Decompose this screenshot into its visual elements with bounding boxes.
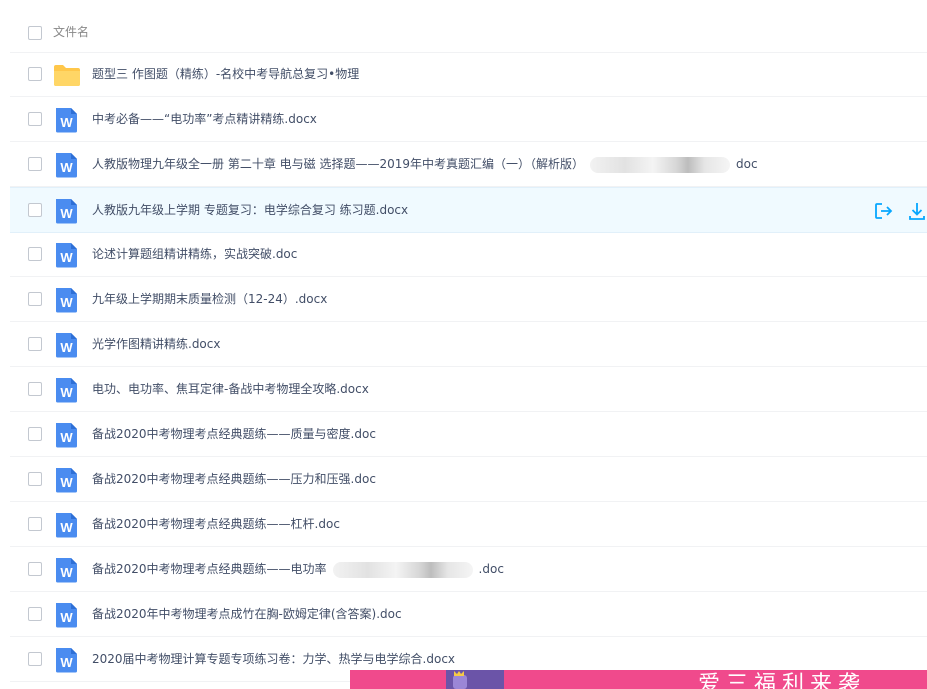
row-checkbox[interactable] (28, 247, 42, 261)
row-checkbox[interactable] (28, 652, 42, 666)
file-row[interactable]: W 光学作图精讲精练.docx (10, 322, 927, 367)
file-row[interactable]: 题型三 作图题（精练）-名校中考导航总复习•物理 (10, 52, 927, 97)
file-name[interactable]: 人教版物理九年级全一册 第二十章 电与磁 选择题——2019年中考真题汇编（一）… (92, 156, 758, 173)
word-doc-icon: W (53, 422, 79, 448)
file-name[interactable]: 九年级上学期期末质量检测（12-24）.docx (92, 291, 327, 307)
row-checkbox[interactable] (28, 157, 42, 171)
file-name[interactable]: 电功、电功率、焦耳定律-备战中考物理全攻略.docx (92, 381, 369, 397)
svg-text:W: W (60, 115, 73, 130)
svg-text:W: W (60, 160, 73, 175)
word-doc-icon: W (53, 152, 79, 178)
redacted-filename-part (590, 156, 730, 173)
row-checkbox[interactable] (28, 67, 42, 81)
file-row[interactable]: W 备战2020中考物理考点经典题练——质量与密度.doc (10, 412, 927, 457)
word-doc-icon: W (53, 287, 79, 313)
row-checkbox[interactable] (28, 112, 42, 126)
svg-text:W: W (60, 340, 73, 355)
share-icon[interactable] (873, 201, 893, 221)
svg-text:W: W (60, 295, 73, 310)
word-doc-icon: W (53, 198, 79, 224)
word-doc-icon: W (53, 467, 79, 493)
promo-banner[interactable]: 爱三福利来袭 (350, 670, 927, 689)
svg-text:W: W (60, 250, 73, 265)
download-icon[interactable] (907, 201, 927, 221)
file-name[interactable]: 中考必备——“电功率”考点精讲精练.docx (92, 111, 317, 127)
file-row[interactable]: W 备战2020中考物理考点经典题练——压力和压强.doc (10, 457, 927, 502)
banner-text: 爱三福利来袭 (698, 672, 867, 689)
file-name[interactable]: 备战2020中考物理考点经典题练——质量与密度.doc (92, 426, 376, 442)
file-row[interactable]: W 论述计算题组精讲精练，实战突破.doc (10, 232, 927, 277)
svg-text:W: W (60, 520, 73, 535)
row-checkbox[interactable] (28, 337, 42, 351)
word-doc-icon: W (53, 107, 79, 133)
word-doc-icon: W (53, 647, 79, 673)
svg-text:W: W (60, 655, 73, 670)
file-name[interactable]: 备战2020中考物理考点经典题练——电功率 .doc (92, 561, 504, 578)
file-name[interactable]: 2020届中考物理计算专题专项练习卷：力学、热学与电学综合.docx (92, 651, 455, 667)
file-name[interactable]: 备战2020年中考物理考点成竹在胸-欧姆定律(含答案).doc (92, 606, 402, 622)
svg-text:W: W (60, 565, 73, 580)
word-doc-icon: W (53, 557, 79, 583)
file-row[interactable]: W 九年级上学期期末质量检测（12-24）.docx (10, 277, 927, 322)
row-checkbox[interactable] (28, 427, 42, 441)
file-row[interactable]: W 人教版物理九年级全一册 第二十章 电与磁 选择题——2019年中考真题汇编（… (10, 142, 927, 187)
svg-text:W: W (60, 206, 73, 221)
column-header-filename[interactable]: 文件名 (53, 25, 89, 39)
file-row[interactable]: W 人教版九年级上学期 专题复习：电学综合复习 练习题.docx (10, 187, 927, 233)
word-doc-icon: W (53, 332, 79, 358)
word-doc-icon: W (53, 512, 79, 538)
row-checkbox[interactable] (28, 292, 42, 306)
file-name[interactable]: 人教版九年级上学期 专题复习：电学综合复习 练习题.docx (92, 202, 408, 218)
svg-text:W: W (60, 385, 73, 400)
file-row[interactable]: W 中考必备——“电功率”考点精讲精练.docx (10, 97, 927, 142)
file-name[interactable]: 光学作图精讲精练.docx (92, 336, 220, 352)
row-checkbox[interactable] (28, 203, 42, 217)
word-doc-icon: W (53, 602, 79, 628)
row-checkbox[interactable] (28, 382, 42, 396)
redacted-filename-part (332, 561, 473, 578)
file-row[interactable]: W 备战2020中考物理考点经典题练——杠杆.doc (10, 502, 927, 547)
row-checkbox[interactable] (28, 562, 42, 576)
svg-text:W: W (60, 610, 73, 625)
folder-icon (53, 63, 80, 89)
row-checkbox[interactable] (28, 517, 42, 531)
word-doc-icon: W (53, 377, 79, 403)
row-checkbox[interactable] (28, 607, 42, 621)
file-name[interactable]: 备战2020中考物理考点经典题练——杠杆.doc (92, 516, 340, 532)
select-all-checkbox[interactable] (28, 26, 42, 40)
svg-text:W: W (60, 475, 73, 490)
svg-text:W: W (60, 430, 73, 445)
file-name[interactable]: 备战2020中考物理考点经典题练——压力和压强.doc (92, 471, 376, 487)
row-checkbox[interactable] (28, 472, 42, 486)
file-name[interactable]: 题型三 作图题（精练）-名校中考导航总复习•物理 (92, 66, 359, 82)
file-list-header: 文件名 (10, 12, 927, 53)
file-row[interactable]: W 备战2020年中考物理考点成竹在胸-欧姆定律(含答案).doc (10, 592, 927, 637)
file-row[interactable]: W 电功、电功率、焦耳定律-备战中考物理全攻略.docx (10, 367, 927, 412)
word-doc-icon: W (53, 242, 79, 268)
file-row[interactable]: W 备战2020中考物理考点经典题练——电功率 .doc (10, 547, 927, 592)
file-name[interactable]: 论述计算题组精讲精练，实战突破.doc (92, 246, 297, 262)
row-actions (873, 201, 927, 221)
